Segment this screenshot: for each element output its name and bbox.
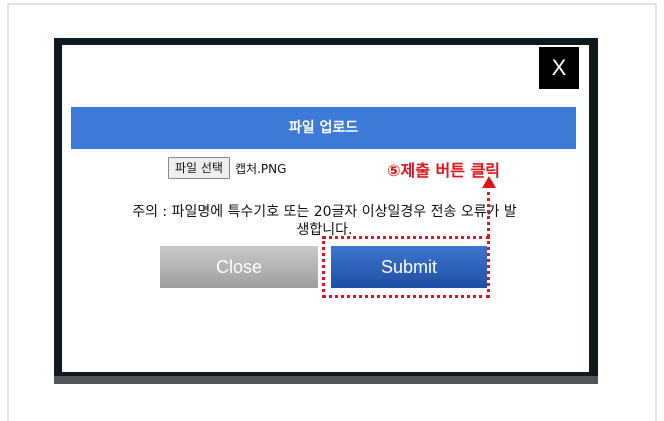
annotation-pointer-line [487, 185, 490, 237]
warning-line-1: 주의 : 파일명에 특수기호 또는 20글자 이상일경우 전송 오류가 발 [132, 204, 517, 220]
modal-close-x-button[interactable]: X [539, 47, 579, 89]
close-button[interactable]: Close [160, 246, 318, 288]
modal-title: 파일 업로드 [71, 107, 576, 149]
selected-file-name: 캡처.PNG [234, 161, 287, 176]
file-input-row: 파일 선택 캡처.PNG [168, 157, 286, 179]
annotation-label: ⑤제출 버튼 클릭 [387, 161, 501, 180]
annotation-highlight-box [322, 236, 490, 298]
backdrop-strip [54, 376, 598, 384]
file-select-button[interactable]: 파일 선택 [168, 157, 230, 179]
filename-warning: 주의 : 파일명에 특수기호 또는 20글자 이상일경우 전송 오류가 발 생합… [72, 203, 577, 239]
